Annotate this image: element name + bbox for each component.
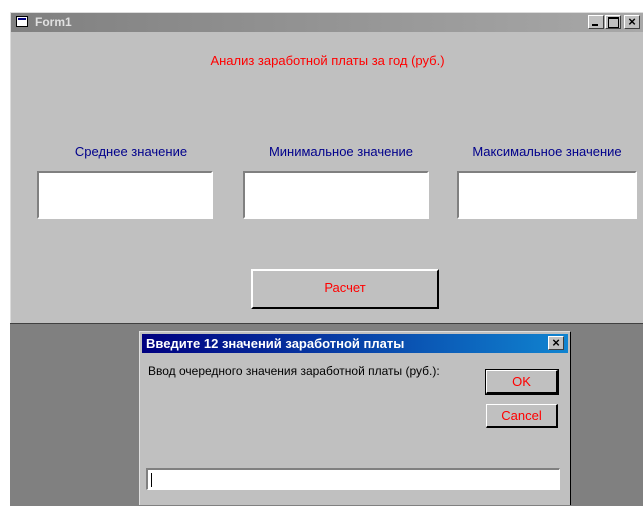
maximum-field[interactable] [457, 171, 637, 219]
cancel-button[interactable]: Cancel [486, 404, 558, 428]
form1-title: Form1 [35, 15, 72, 29]
ok-button[interactable]: OK [485, 369, 559, 395]
dialog-prompt: Ввод очередного значения заработной плат… [148, 364, 440, 378]
close-icon[interactable]: × [548, 336, 564, 350]
average-label: Среднее значение [74, 144, 188, 159]
minimum-field[interactable] [243, 171, 429, 219]
text-caret [151, 473, 152, 487]
page-heading: Анализ заработной платы за год (руб.) [210, 53, 445, 68]
dialog-titlebar[interactable]: Введите 12 значений заработной платы × [142, 334, 568, 353]
salary-input[interactable] [146, 468, 560, 490]
form1-titlebar[interactable]: Form1 × [11, 13, 643, 32]
minimize-icon[interactable] [588, 15, 604, 29]
minimum-label: Минимальное значение [268, 144, 414, 159]
close-icon[interactable]: × [624, 15, 640, 29]
app-icon [16, 16, 28, 27]
input-dialog: Введите 12 значений заработной платы × В… [139, 331, 571, 505]
calculate-button[interactable]: Расчет [251, 269, 439, 309]
maximum-label: Максимальное значение [472, 144, 622, 159]
dialog-title: Введите 12 значений заработной платы [146, 336, 405, 351]
form1-window: Form1 × Анализ заработной платы за год (… [10, 12, 643, 323]
average-field[interactable] [37, 171, 213, 219]
maximize-icon[interactable] [605, 15, 621, 29]
